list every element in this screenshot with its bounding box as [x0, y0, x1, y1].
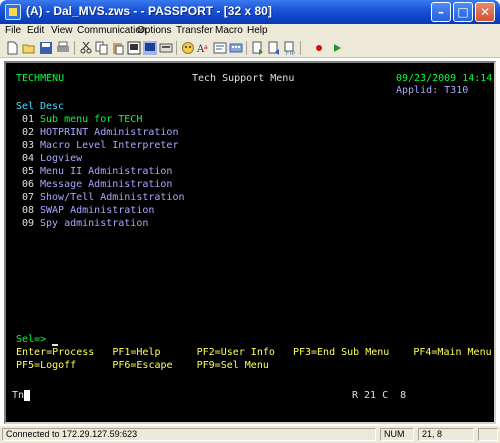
send-file-icon[interactable] — [251, 41, 265, 55]
menu-item-number: 08 — [22, 205, 35, 216]
title-bar: (A) - Dal_MVS.zws - - PASSPORT - [32 x 8… — [0, 0, 500, 24]
menu-view[interactable]: View — [51, 25, 73, 36]
selection-input-cursor[interactable] — [52, 344, 58, 346]
menu-item-number: 07 — [22, 192, 35, 203]
selection-prompt: Sel=> — [16, 334, 47, 345]
toolbar-separator — [74, 41, 75, 55]
menu-item-number: 04 — [22, 153, 35, 164]
print-icon[interactable] — [56, 41, 70, 55]
connection-status: Connected to 172.29.127.59:623 — [2, 428, 376, 441]
menu-item-label[interactable]: Macro Level Interpreter — [40, 140, 178, 152]
menu-item-number: 05 — [22, 166, 35, 177]
color-icon[interactable]: Aa — [197, 41, 211, 55]
toolbar-separator — [246, 41, 247, 55]
receive-file-icon[interactable] — [267, 41, 281, 55]
copy-icon[interactable] — [95, 41, 109, 55]
menu-item-number: 02 — [22, 127, 35, 138]
minimize-button[interactable]: – — [431, 2, 451, 22]
menu-macro[interactable]: Macro — [215, 25, 243, 36]
cursor-position-status: 21, 8 — [418, 428, 474, 441]
applid: Applid: T310 — [396, 85, 469, 96]
oia-cursor — [24, 390, 30, 401]
header-sel: Sel — [16, 101, 35, 112]
svg-text:FTP: FTP — [286, 51, 295, 55]
menu-item-number: 01 — [22, 114, 35, 125]
menu-transfer[interactable]: Transfer — [176, 25, 213, 36]
menu-item-number: 09 — [22, 218, 35, 229]
close-button[interactable]: ✕ — [475, 2, 495, 22]
oia-session-indicator: Tn — [12, 390, 25, 401]
toolbar: Aa FTP — [0, 38, 500, 58]
maximize-button[interactable]: □ — [453, 2, 473, 22]
oia-cursor-position: R 21 C 8 — [352, 390, 407, 401]
menu-item-label[interactable]: SWAP Administration — [40, 205, 154, 217]
menu-item-label[interactable]: Show/Tell Administration — [40, 192, 185, 204]
terminal-screen[interactable]: TECHMENU Tech Support Menu 09/23/2009 14… — [4, 61, 496, 424]
menu-item-label[interactable]: Logview — [40, 153, 82, 165]
pf-keys-row-1: Enter=Process PF1=Help PF2=User Info PF3… — [16, 347, 492, 358]
hotspot-icon[interactable] — [213, 41, 227, 55]
record-macro-icon[interactable] — [312, 41, 326, 55]
status-bar: Connected to 172.29.127.59:623 NUM 21, 8 — [0, 426, 500, 443]
play-macro-icon[interactable] — [330, 41, 344, 55]
passport-app-icon[interactable] — [5, 4, 21, 20]
menu-item-label[interactable]: Menu II Administration — [40, 166, 172, 178]
menu-item-label[interactable]: Message Administration — [40, 179, 172, 191]
menu-help[interactable]: Help — [247, 25, 268, 36]
new-document-icon[interactable] — [5, 41, 19, 55]
keyboard-icon[interactable] — [159, 41, 173, 55]
toolbar-separator — [300, 41, 301, 55]
menu-options[interactable]: Options — [137, 25, 171, 36]
keypad-icon[interactable] — [229, 41, 243, 55]
menu-item-number: 06 — [22, 179, 35, 190]
paste-icon[interactable] — [111, 41, 125, 55]
font-icon[interactable] — [181, 41, 195, 55]
ftp-icon[interactable]: FTP — [283, 41, 297, 55]
menu-item-label[interactable]: Spy administration — [40, 218, 148, 230]
screen-select-icon[interactable] — [127, 41, 141, 55]
menu-item-label[interactable]: HOTPRINT Administration — [40, 127, 178, 139]
window-title: (A) - Dal_MVS.zws - - PASSPORT - [32 x 8… — [26, 4, 272, 18]
svg-text:a: a — [204, 44, 208, 51]
screen-id: TECHMENU — [16, 73, 65, 84]
menu-item-number: 03 — [22, 140, 35, 151]
menu-edit[interactable]: Edit — [27, 25, 44, 36]
menu-bar: File Edit View Communication Options Tra… — [0, 24, 500, 38]
pf-keys-row-2: PF5=Logoff PF6=Escape PF9=Sel Menu — [16, 360, 269, 371]
screen-icon[interactable] — [143, 41, 157, 55]
cut-icon[interactable] — [79, 41, 93, 55]
header-desc: Desc — [40, 101, 65, 112]
menu-file[interactable]: File — [5, 25, 21, 36]
save-icon[interactable] — [39, 41, 53, 55]
open-folder-icon[interactable] — [22, 41, 36, 55]
resize-grip[interactable] — [478, 428, 498, 441]
num-lock-indicator: NUM — [380, 428, 414, 441]
toolbar-separator — [176, 41, 177, 55]
date-time: 09/23/2009 14:14 — [396, 73, 493, 84]
menu-item-label[interactable]: Sub menu for TECH — [40, 114, 142, 126]
screen-title: Tech Support Menu — [192, 73, 295, 84]
